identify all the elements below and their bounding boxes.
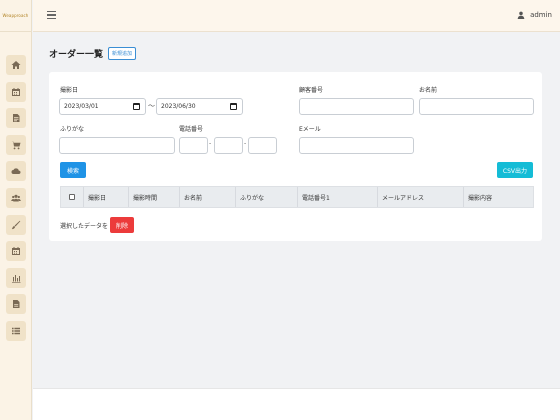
document-icon (13, 114, 20, 123)
search-card: 撮影日 2023/03/01 〜 2023/06/30 顧客番号 お名前 ふりが… (49, 72, 542, 241)
phone-part2-input[interactable] (214, 137, 243, 154)
sidebar-item-cloud[interactable] (6, 161, 26, 182)
phone-label: 電話番号 (179, 126, 204, 133)
file-icon (13, 300, 20, 309)
select-all-checkbox[interactable] (69, 194, 75, 200)
menu-toggle-icon[interactable] (47, 11, 56, 19)
add-new-button[interactable]: 新規追加 (108, 47, 137, 60)
sidebar-item-document[interactable] (6, 108, 26, 129)
furigana-label: ふりがな (60, 126, 85, 133)
phone-part3-input[interactable] (248, 137, 277, 154)
table-header-cell[interactable]: 撮影時間 (128, 187, 179, 207)
order-table: 撮影日 撮影時間 お名前 ふりがな 電話番号1 メールアドレス 撮影内容 (60, 186, 534, 208)
search-button[interactable]: 検索 (60, 162, 87, 178)
calendar-icon[interactable] (230, 103, 237, 110)
date-to-value: 2023/06/30 (161, 103, 196, 110)
users-icon (11, 194, 21, 202)
calendar-icon[interactable] (133, 103, 140, 110)
footer (33, 388, 560, 420)
sidebar-item-file[interactable] (6, 294, 26, 315)
selected-data-label: 選択したデータを (60, 222, 109, 230)
cloud-icon (11, 168, 21, 175)
sidebar-item-calendar[interactable] (6, 81, 26, 102)
delete-button[interactable]: 削除 (110, 217, 135, 233)
table-header-cell[interactable]: 撮影日 (83, 187, 128, 207)
email-input[interactable] (299, 137, 414, 154)
table-header-cell[interactable]: ふりがな (235, 187, 297, 207)
sidebar-item-list[interactable] (6, 320, 26, 341)
user-name: admin (530, 11, 552, 19)
sidebar-item-brush[interactable] (6, 214, 26, 235)
user-icon (517, 11, 525, 19)
calendar-icon (12, 87, 20, 96)
table-header-cell[interactable]: 電話番号1 (297, 187, 377, 207)
sidebar-nav (6, 55, 26, 348)
topbar: admin (33, 0, 560, 32)
table-header-cell[interactable]: メールアドレス (377, 187, 463, 207)
csv-export-button[interactable]: CSV出力 (496, 162, 533, 178)
phone-separator: - (244, 140, 247, 147)
calendar-icon (12, 247, 20, 256)
sidebar-item-cart[interactable] (6, 134, 26, 155)
home-icon (11, 61, 21, 69)
bulk-action-row: 選択したデータを 削除 (60, 217, 135, 233)
list-icon (12, 327, 20, 335)
sidebar-item-users[interactable] (6, 187, 26, 208)
date-range-separator: 〜 (148, 102, 155, 110)
shooting-date-label: 撮影日 (60, 87, 79, 94)
chart-icon (12, 274, 21, 283)
date-from-input[interactable]: 2023/03/01 (59, 98, 146, 115)
customer-number-input[interactable] (299, 98, 414, 115)
table-header-cell[interactable]: 撮影内容 (463, 187, 535, 207)
name-label: お名前 (419, 87, 438, 94)
sidebar-item-home[interactable] (6, 55, 26, 75)
customer-number-label: 顧客番号 (299, 87, 324, 94)
cart-icon (11, 141, 21, 150)
brush-icon (11, 220, 21, 229)
table-header-cell[interactable]: お名前 (179, 187, 235, 207)
date-to-input[interactable]: 2023/06/30 (156, 98, 243, 115)
user-menu[interactable]: admin (517, 11, 552, 19)
phone-separator: - (209, 140, 212, 147)
sidebar-item-chart[interactable] (6, 267, 26, 288)
table-header-select (61, 187, 83, 207)
date-from-value: 2023/03/01 (64, 103, 99, 110)
page-header: オーダー一覧 新規追加 (49, 47, 137, 60)
email-label: Eメール (299, 126, 321, 133)
sidebar-item-schedule[interactable] (6, 241, 26, 262)
furigana-input[interactable] (59, 137, 175, 154)
sidebar: Weapproach (0, 0, 32, 420)
brand-logo[interactable]: Weapproach (0, 0, 31, 32)
name-input[interactable] (419, 98, 534, 115)
page-title: オーダー一覧 (49, 50, 104, 60)
phone-part1-input[interactable] (179, 137, 208, 154)
